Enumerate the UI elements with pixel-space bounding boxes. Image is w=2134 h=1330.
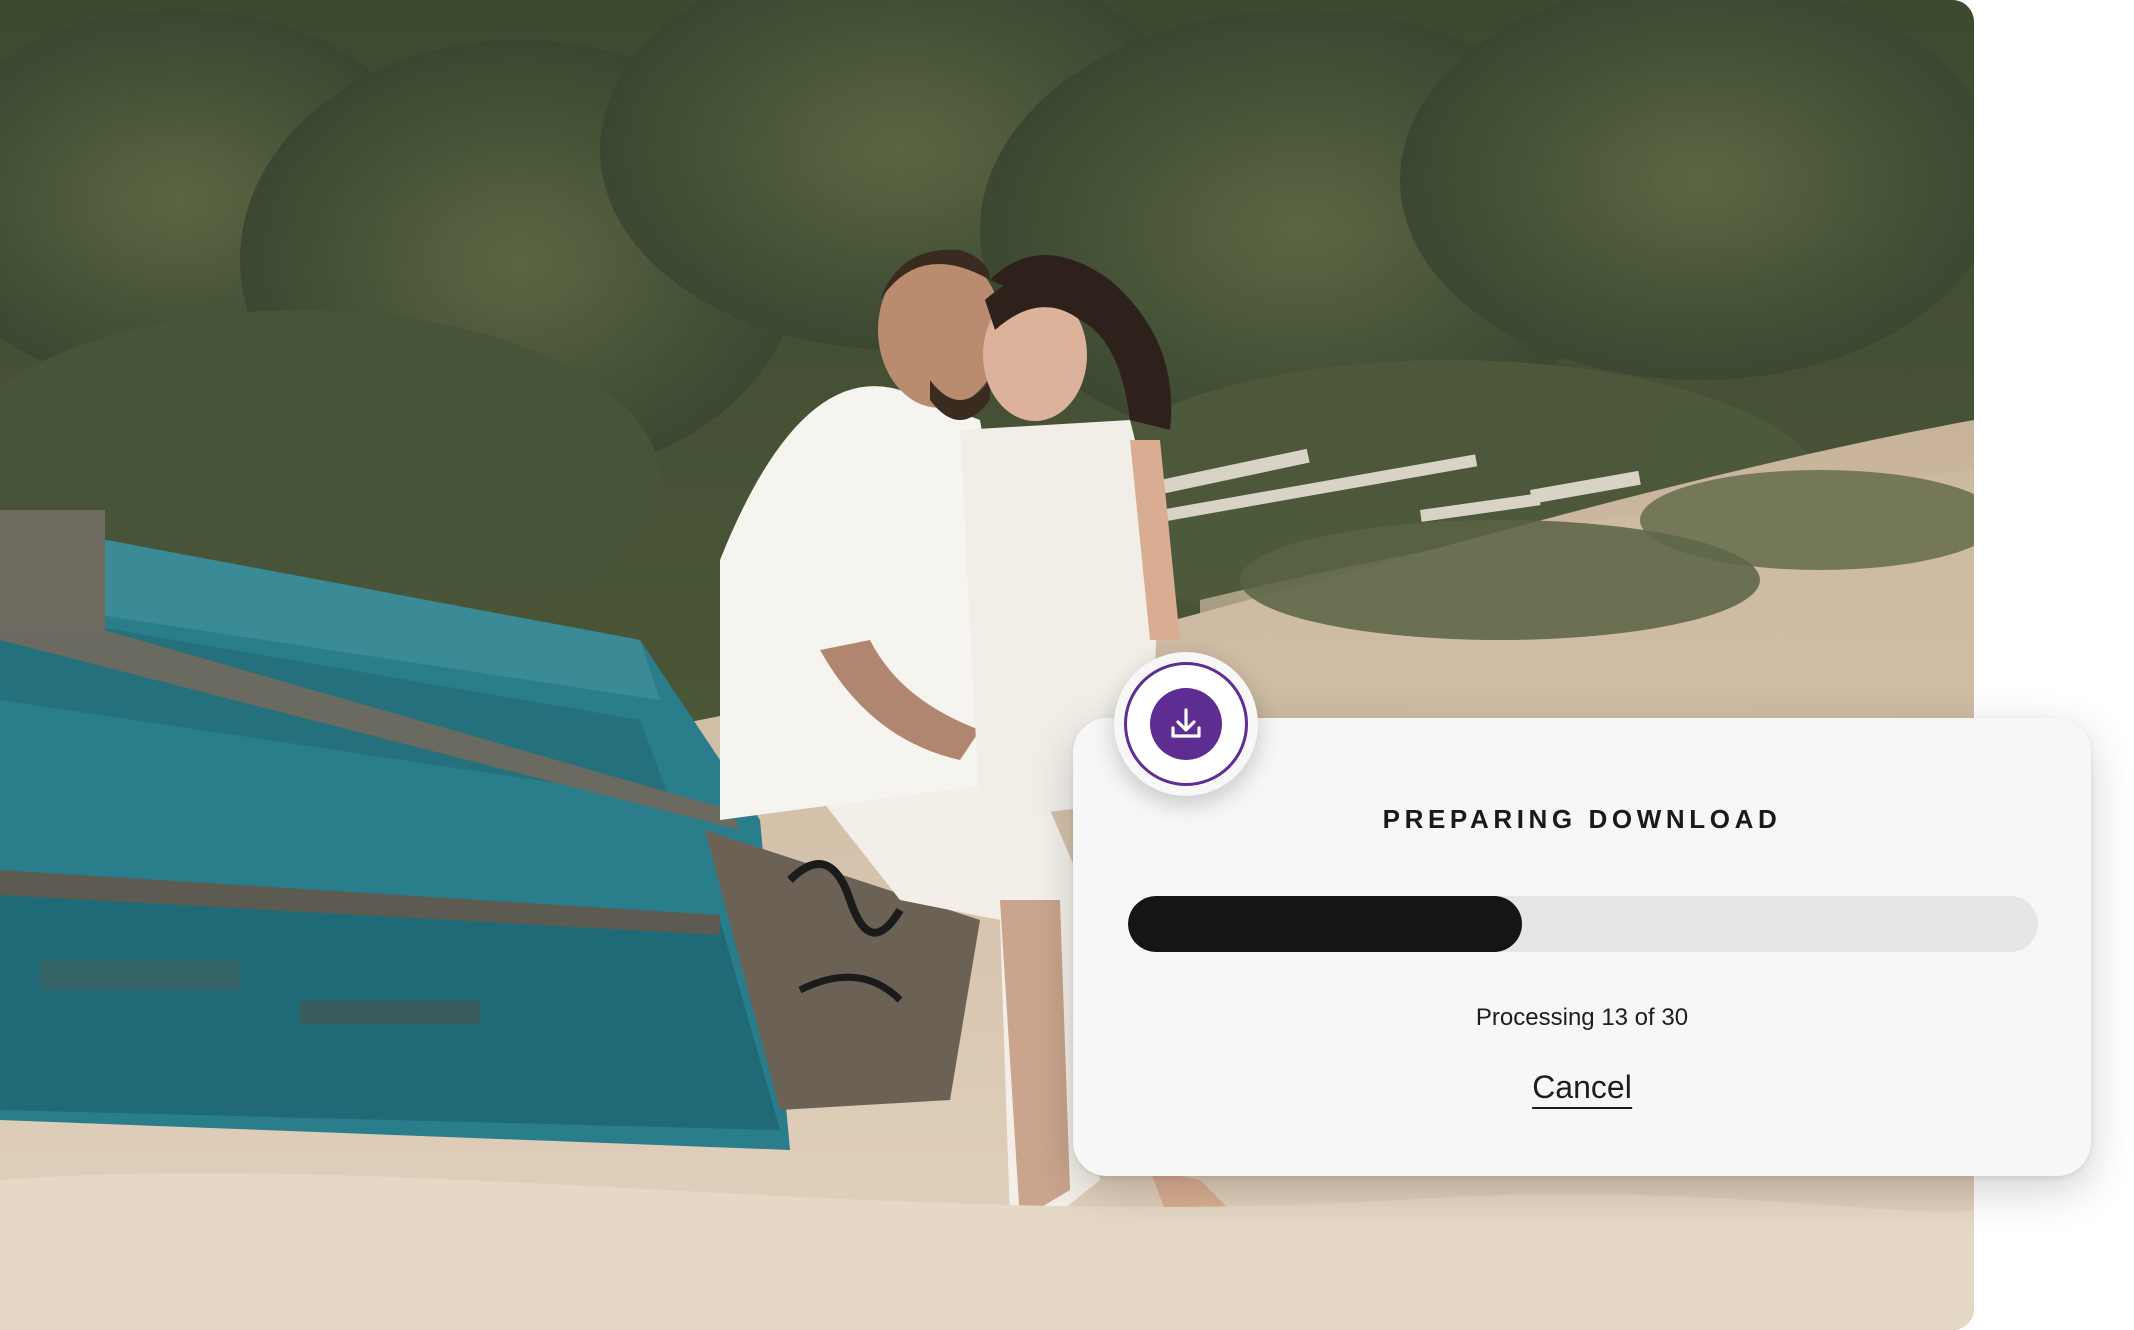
download-dialog: PREPARING DOWNLOAD Processing 13 of 30 C… [1073,718,2091,1176]
progress-status-text: Processing 13 of 30 [1475,1004,1689,1031]
screen: PREPARING DOWNLOAD Processing 13 of 30 C… [0,0,2134,1330]
download-icon [1150,688,1222,760]
download-badge [1114,652,1258,796]
cancel-button[interactable]: Cancel [1532,1069,1632,1110]
download-badge-ring [1124,662,1248,786]
progress-bar [1128,896,2038,952]
dialog-title: PREPARING DOWNLOAD [1382,804,1782,834]
progress-fill [1128,896,1523,952]
